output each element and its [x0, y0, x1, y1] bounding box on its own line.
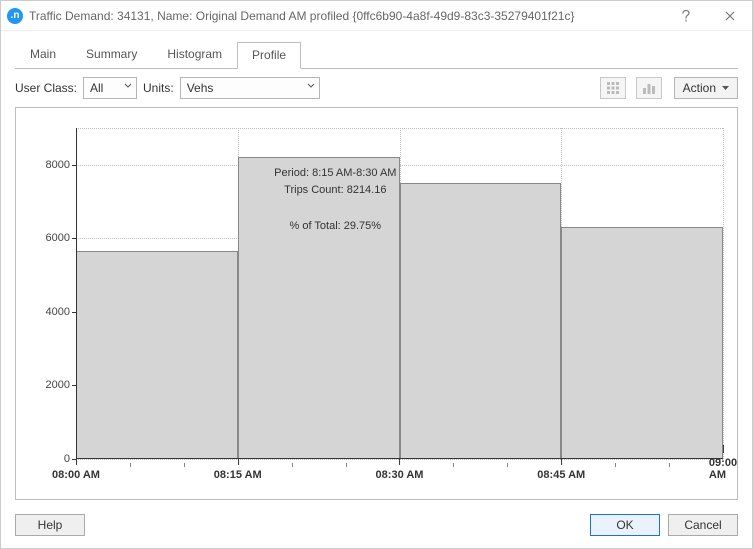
action-button[interactable]: Action	[674, 77, 738, 99]
toolbar: User Class: All Units: Vehs Action	[1, 69, 752, 107]
x-tick-label: 08:15 AM	[214, 469, 262, 481]
tab-profile[interactable]: Profile	[237, 42, 301, 69]
x-tick-label: 08:45 AM	[537, 469, 585, 481]
action-label: Action	[683, 81, 716, 95]
help-button[interactable]: Help	[15, 514, 85, 536]
titlebar: .n Traffic Demand: 34131, Name: Original…	[1, 1, 752, 31]
x-tick-label: 08:30 AM	[376, 469, 424, 481]
help-button[interactable]	[664, 1, 708, 31]
x-tick-label: 09:00 AM	[709, 457, 737, 481]
chart-container: 0200040006000800008:00 AM08:15 AM08:30 A…	[15, 107, 738, 500]
ok-button[interactable]: OK	[590, 514, 660, 536]
tooltip-count: Trips Count: 8214.16	[274, 182, 396, 200]
chart-plot[interactable]: 0200040006000800008:00 AM08:15 AM08:30 A…	[76, 128, 723, 459]
tooltip-pct: % of Total: 29.75%	[274, 218, 396, 236]
chevron-down-icon	[124, 83, 132, 89]
app-icon: .n	[7, 8, 23, 24]
dialog-window: .n Traffic Demand: 34131, Name: Original…	[0, 0, 753, 549]
cancel-button[interactable]: Cancel	[668, 514, 738, 536]
caret-down-icon	[722, 86, 729, 90]
user-class-value: All	[84, 78, 123, 98]
bar-chart-icon[interactable]	[636, 77, 662, 99]
tab-main[interactable]: Main	[15, 41, 71, 68]
close-button[interactable]	[708, 1, 752, 31]
tab-summary[interactable]: Summary	[71, 41, 152, 68]
units-value: Vehs	[181, 78, 234, 98]
user-class-select[interactable]: All	[83, 77, 137, 99]
tab-histogram[interactable]: Histogram	[152, 41, 237, 68]
dialog-footer: Help OK Cancel	[1, 506, 752, 548]
x-tick-label: 08:00 AM	[52, 469, 100, 481]
chart-tooltip: Period: 8:15 AM-8:30 AM Trips Count: 821…	[274, 165, 396, 235]
tooltip-period: Period: 8:15 AM-8:30 AM	[274, 165, 396, 183]
user-class-label: User Class:	[15, 81, 77, 95]
chevron-down-icon	[307, 83, 315, 89]
tab-bar: Main Summary Histogram Profile	[1, 31, 752, 68]
units-label: Units:	[143, 81, 174, 95]
window-title: Traffic Demand: 34131, Name: Original De…	[29, 9, 664, 23]
grid-view-icon[interactable]	[600, 77, 626, 99]
chart-axes	[76, 128, 723, 459]
units-select[interactable]: Vehs	[180, 77, 320, 99]
